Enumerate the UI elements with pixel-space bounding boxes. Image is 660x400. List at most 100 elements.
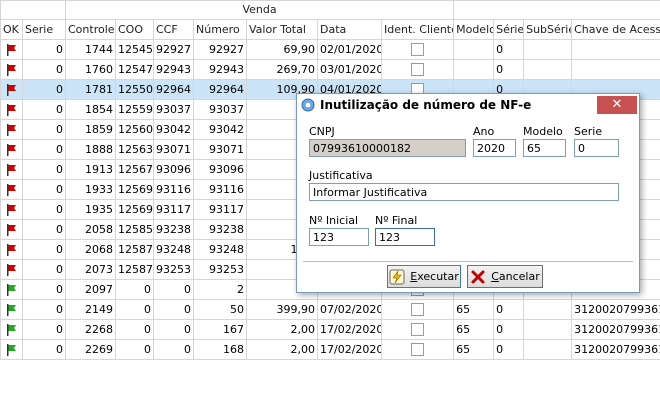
ok-cell[interactable]: [0, 59, 23, 80]
cell-serie[interactable]: 0: [22, 99, 66, 120]
cell-numero[interactable]: 93116: [193, 179, 247, 200]
column-header[interactable]: Ident. Cliente: [380, 19, 455, 40]
cell-chave[interactable]: [571, 39, 660, 60]
cell-controle[interactable]: 1933: [65, 179, 116, 200]
cell-coo[interactable]: 125457: [115, 39, 154, 60]
cell-chave[interactable]: 3120020799361024: [571, 319, 660, 340]
cell-subserie[interactable]: [523, 299, 573, 320]
column-header[interactable]: Série: [493, 19, 525, 40]
cell-serie[interactable]: 0: [22, 59, 66, 80]
cell-subserie[interactable]: [523, 59, 573, 80]
cell-coo[interactable]: 125875: [115, 259, 154, 280]
cell-chave[interactable]: 3120020799361024: [571, 299, 660, 320]
column-header[interactable]: SubSérie: [523, 19, 573, 40]
cell-serie2[interactable]: 0: [493, 339, 525, 360]
cell-numero[interactable]: 50: [193, 299, 247, 320]
cell-valor[interactable]: 399,90: [246, 299, 318, 320]
ok-cell[interactable]: [0, 219, 23, 240]
ident-cliente-checkbox[interactable]: [380, 339, 455, 360]
cell-numero[interactable]: 93253: [193, 259, 247, 280]
cell-controle[interactable]: 1744: [65, 39, 116, 60]
cell-ccf[interactable]: 93117: [153, 199, 194, 220]
nfinal-field[interactable]: 123: [375, 228, 435, 246]
cell-numero[interactable]: 92943: [193, 59, 247, 80]
ident-cliente-checkbox[interactable]: [380, 299, 455, 320]
cell-ccf[interactable]: 93071: [153, 139, 194, 160]
cell-coo[interactable]: 125696: [115, 179, 154, 200]
cell-controle[interactable]: 2068: [65, 239, 116, 260]
ok-cell[interactable]: [0, 119, 23, 140]
dialog-titlebar[interactable]: Inutilização de número de NF-e ✕: [297, 94, 639, 116]
cell-serie2[interactable]: 0: [493, 59, 525, 80]
cell-numero[interactable]: 167: [193, 319, 247, 340]
cell-serie[interactable]: 0: [22, 279, 66, 300]
cell-ccf[interactable]: 93037: [153, 99, 194, 120]
checkbox[interactable]: [411, 323, 425, 336]
ok-cell[interactable]: [0, 159, 23, 180]
cell-ccf[interactable]: 93096: [153, 159, 194, 180]
cell-coo[interactable]: 125502: [115, 79, 154, 100]
ok-cell[interactable]: [0, 279, 23, 300]
cell-coo[interactable]: 125593: [115, 99, 154, 120]
cell-ccf[interactable]: 93253: [153, 259, 194, 280]
column-header[interactable]: COO: [115, 19, 154, 40]
column-header[interactable]: Número: [193, 19, 247, 40]
checkbox[interactable]: [411, 43, 425, 56]
executar-button[interactable]: Executar: [387, 265, 461, 288]
cell-numero[interactable]: 93042: [193, 119, 247, 140]
ok-cell[interactable]: [0, 39, 23, 60]
cell-controle[interactable]: 1760: [65, 59, 116, 80]
cell-numero[interactable]: 93037: [193, 99, 247, 120]
cell-coo[interactable]: 125870: [115, 239, 154, 260]
cell-serie[interactable]: 0: [22, 339, 66, 360]
cell-coo[interactable]: 0: [115, 339, 154, 360]
cell-modelo[interactable]: [453, 39, 495, 60]
checkbox[interactable]: [411, 63, 425, 76]
cell-numero[interactable]: 92964: [193, 79, 247, 100]
ok-cell[interactable]: [0, 139, 23, 160]
cell-numero[interactable]: 92927: [193, 39, 247, 60]
checkbox[interactable]: [411, 343, 425, 356]
cell-ccf[interactable]: 0: [153, 339, 194, 360]
cell-valor[interactable]: 2,00: [246, 319, 318, 340]
ano-field[interactable]: 2020: [473, 139, 516, 157]
ok-cell[interactable]: [0, 79, 23, 100]
ok-cell[interactable]: [0, 319, 23, 340]
cell-numero[interactable]: 93117: [193, 199, 247, 220]
cell-ccf[interactable]: 93238: [153, 219, 194, 240]
cell-subserie[interactable]: [523, 39, 573, 60]
ident-cliente-checkbox[interactable]: [380, 39, 455, 60]
ok-cell[interactable]: [0, 299, 23, 320]
cell-coo[interactable]: 125477: [115, 59, 154, 80]
cell-modelo[interactable]: 65: [453, 299, 495, 320]
cell-ccf[interactable]: 93116: [153, 179, 194, 200]
cell-serie[interactable]: 0: [22, 119, 66, 140]
cell-serie[interactable]: 0: [22, 219, 66, 240]
cell-serie[interactable]: 0: [22, 39, 66, 60]
cell-valor[interactable]: 269,70: [246, 59, 318, 80]
cell-ccf[interactable]: 0: [153, 319, 194, 340]
cell-coo[interactable]: 0: [115, 279, 154, 300]
cell-coo[interactable]: 125636: [115, 139, 154, 160]
column-header[interactable]: OK: [0, 19, 23, 40]
cell-data[interactable]: 03/01/2020: [317, 59, 382, 80]
cell-controle[interactable]: 2073: [65, 259, 116, 280]
cell-ccf[interactable]: 93042: [153, 119, 194, 140]
cell-serie[interactable]: 0: [22, 259, 66, 280]
ok-cell[interactable]: [0, 179, 23, 200]
cell-serie[interactable]: 0: [22, 239, 66, 260]
cell-ccf[interactable]: 92943: [153, 59, 194, 80]
ok-cell[interactable]: [0, 339, 23, 360]
ident-cliente-checkbox[interactable]: [380, 319, 455, 340]
cell-serie[interactable]: 0: [22, 179, 66, 200]
ident-cliente-checkbox[interactable]: [380, 59, 455, 80]
cell-ccf[interactable]: 0: [153, 299, 194, 320]
cell-serie2[interactable]: 0: [493, 39, 525, 60]
cell-ccf[interactable]: 92964: [153, 79, 194, 100]
column-header[interactable]: Data: [317, 19, 382, 40]
cell-coo[interactable]: 125857: [115, 219, 154, 240]
column-header[interactable]: Valor Total: [246, 19, 318, 40]
cell-numero[interactable]: 93096: [193, 159, 247, 180]
cell-serie[interactable]: 0: [22, 299, 66, 320]
cell-controle[interactable]: 1935: [65, 199, 116, 220]
